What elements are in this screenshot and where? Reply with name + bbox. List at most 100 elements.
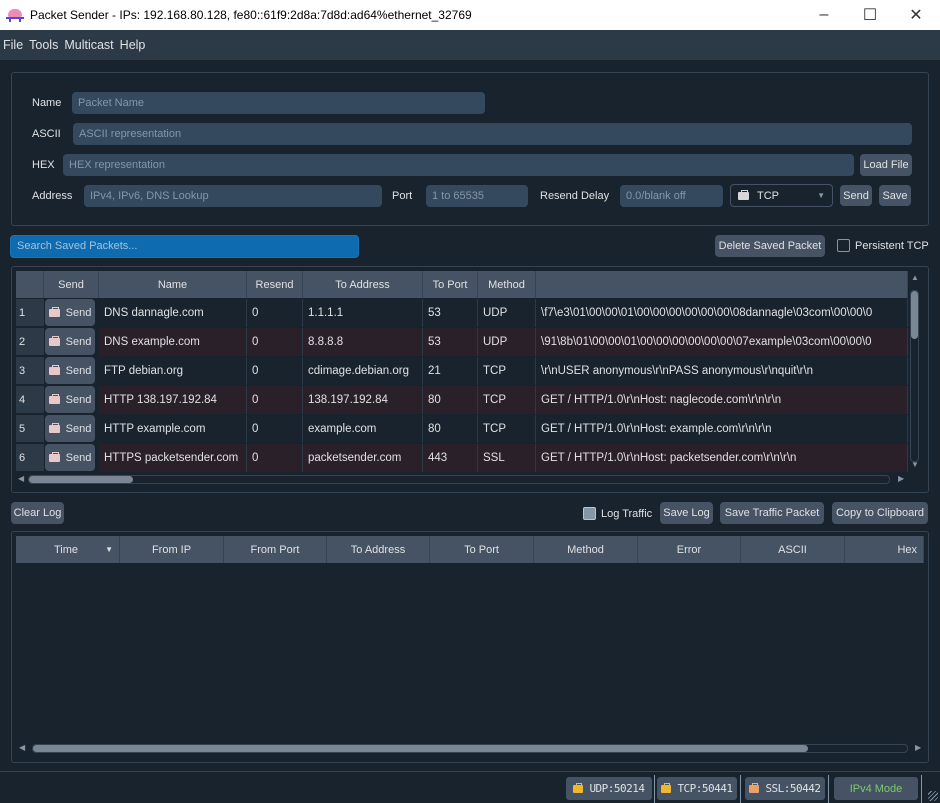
menu-help[interactable]: Help — [120, 38, 146, 52]
cell-name[interactable]: HTTPS packetsender.com — [99, 444, 247, 472]
maximize-button[interactable]: ☐ — [847, 0, 893, 30]
scroll-right-icon[interactable]: ▶ — [898, 474, 904, 483]
row-number[interactable]: 4 — [16, 386, 44, 414]
row-number[interactable]: 2 — [16, 328, 44, 356]
cell-name[interactable]: HTTP example.com — [99, 415, 247, 443]
cell-resend[interactable]: 0 — [247, 299, 303, 327]
copy-to-clipboard-button[interactable]: Copy to Clipboard — [832, 502, 928, 524]
column-header-error[interactable]: Error — [638, 536, 741, 563]
cell-to-port[interactable]: 80 — [423, 386, 478, 414]
cell-method[interactable]: TCP — [478, 415, 536, 443]
row-send-button[interactable]: Send — [45, 415, 95, 442]
close-button[interactable]: ✕ — [893, 0, 939, 30]
ascii-input[interactable]: ASCII representation — [73, 123, 912, 145]
cell-name[interactable]: HTTP 138.197.192.84 — [99, 386, 247, 414]
row-send-button[interactable]: Send — [45, 299, 95, 326]
cell-data[interactable]: \91\8b\01\00\00\01\00\00\00\00\00\00\07e… — [536, 328, 908, 356]
hscroll-thumb[interactable] — [33, 745, 808, 752]
column-header-send[interactable]: Send — [44, 271, 99, 298]
ipv4-mode-status[interactable]: IPv4 Mode — [834, 777, 918, 800]
scroll-left-icon[interactable]: ◀ — [19, 743, 25, 752]
cell-data[interactable]: \r\nUSER anonymous\r\nPASS anonymous\r\n… — [536, 357, 908, 385]
tcp-status[interactable]: TCP:50441 — [657, 777, 737, 800]
cell-name[interactable]: DNS dannagle.com — [99, 299, 247, 327]
cell-method[interactable]: SSL — [478, 444, 536, 472]
save-traffic-packet-button[interactable]: Save Traffic Packet — [720, 502, 824, 524]
hscroll-thumb[interactable] — [29, 476, 133, 483]
cell-to-address[interactable]: 8.8.8.8 — [303, 328, 423, 356]
cell-to-address[interactable]: 1.1.1.1 — [303, 299, 423, 327]
log-horizontal-scrollbar[interactable]: ◀ ▶ — [16, 742, 926, 756]
cell-name[interactable]: FTP debian.org — [99, 357, 247, 385]
row-send-button[interactable]: Send — [45, 386, 95, 413]
row-number[interactable]: 3 — [16, 357, 44, 385]
cell-resend[interactable]: 0 — [247, 357, 303, 385]
send-button[interactable]: Send — [840, 185, 872, 206]
cell-resend[interactable]: 0 — [247, 444, 303, 472]
cell-to-address[interactable]: 138.197.192.84 — [303, 386, 423, 414]
cell-data[interactable]: GET / HTTP/1.0\r\nHost: packetsender.com… — [536, 444, 908, 472]
save-button[interactable]: Save — [879, 185, 911, 206]
cell-data[interactable]: \f7\e3\01\00\00\01\00\00\00\00\00\00\08d… — [536, 299, 908, 327]
column-header-from-port[interactable]: From Port — [224, 536, 327, 563]
port-input[interactable]: 1 to 65535 — [426, 185, 528, 207]
column-header-to-port[interactable]: To Port — [423, 271, 478, 298]
row-send-button[interactable]: Send — [45, 444, 95, 471]
column-header-method[interactable]: Method — [534, 536, 638, 563]
column-header-hex[interactable]: Hex — [845, 536, 924, 563]
minimize-button[interactable]: – — [801, 0, 847, 30]
scroll-down-icon[interactable]: ▼ — [911, 460, 919, 469]
column-header-ascii[interactable]: ASCII — [741, 536, 845, 563]
scroll-left-icon[interactable]: ◀ — [18, 474, 24, 483]
menu-tools[interactable]: Tools — [29, 38, 58, 52]
column-header-time[interactable]: Time ▼ — [16, 536, 120, 563]
column-header-name[interactable]: Name — [99, 271, 247, 298]
ssl-status[interactable]: SSL:50442 — [745, 777, 825, 800]
hex-input[interactable]: HEX representation — [63, 154, 854, 176]
cell-to-address[interactable]: cdimage.debian.org — [303, 357, 423, 385]
save-log-button[interactable]: Save Log — [660, 502, 713, 524]
protocol-select[interactable]: TCP ▼ — [730, 184, 833, 207]
cell-method[interactable]: UDP — [478, 328, 536, 356]
vertical-scrollbar[interactable]: ▲ ▼ — [908, 271, 922, 471]
cell-to-port[interactable]: 80 — [423, 415, 478, 443]
column-header-resend[interactable]: Resend — [247, 271, 303, 298]
resize-grip-icon[interactable] — [928, 791, 938, 801]
menu-multicast[interactable]: Multicast — [64, 38, 113, 52]
checkbox-box[interactable] — [583, 507, 596, 520]
search-saved-packets-input[interactable]: Search Saved Packets... — [10, 235, 359, 258]
load-file-button[interactable]: Load File — [860, 154, 912, 176]
cell-name[interactable]: DNS example.com — [99, 328, 247, 356]
cell-to-port[interactable]: 21 — [423, 357, 478, 385]
column-header-to-address[interactable]: To Address — [327, 536, 430, 563]
cell-data[interactable]: GET / HTTP/1.0\r\nHost: example.com\r\n\… — [536, 415, 908, 443]
cell-to-address[interactable]: packetsender.com — [303, 444, 423, 472]
delete-saved-packet-button[interactable]: Delete Saved Packet — [715, 235, 825, 257]
scroll-thumb[interactable] — [911, 291, 918, 339]
row-send-button[interactable]: Send — [45, 328, 95, 355]
row-number[interactable]: 5 — [16, 415, 44, 443]
cell-to-port[interactable]: 443 — [423, 444, 478, 472]
checkbox-box[interactable] — [837, 239, 850, 252]
persistent-tcp-checkbox[interactable]: Persistent TCP — [837, 239, 929, 252]
row-number[interactable]: 1 — [16, 299, 44, 327]
scroll-right-icon[interactable]: ▶ — [915, 743, 921, 752]
column-header-method[interactable]: Method — [478, 271, 536, 298]
scroll-up-icon[interactable]: ▲ — [911, 273, 919, 282]
clear-log-button[interactable]: Clear Log — [11, 502, 64, 524]
column-header-data[interactable] — [536, 271, 908, 298]
packet-name-input[interactable]: Packet Name — [72, 92, 485, 114]
cell-resend[interactable]: 0 — [247, 328, 303, 356]
column-header-to-port[interactable]: To Port — [430, 536, 534, 563]
udp-status[interactable]: UDP:50214 — [566, 777, 652, 800]
menu-file[interactable]: File — [3, 38, 23, 52]
cell-to-port[interactable]: 53 — [423, 328, 478, 356]
hscroll-track[interactable] — [28, 475, 890, 484]
log-traffic-checkbox[interactable]: Log Traffic — [583, 507, 652, 520]
cell-to-port[interactable]: 53 — [423, 299, 478, 327]
cell-to-address[interactable]: example.com — [303, 415, 423, 443]
address-input[interactable]: IPv4, IPv6, DNS Lookup — [84, 185, 382, 207]
column-header-to-address[interactable]: To Address — [303, 271, 423, 298]
cell-method[interactable]: TCP — [478, 386, 536, 414]
column-header-from-ip[interactable]: From IP — [120, 536, 224, 563]
